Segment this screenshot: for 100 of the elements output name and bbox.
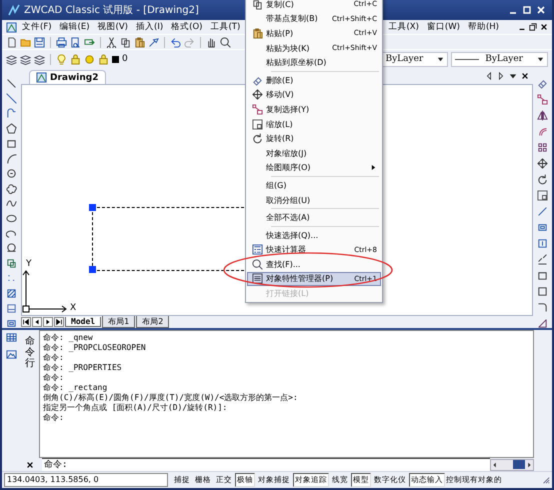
polyline-icon[interactable] [6,108,17,119]
menu-item[interactable]: 对象缩放(J) [247,146,381,161]
new-file-icon[interactable] [6,36,17,48]
fillet-icon[interactable] [537,302,548,313]
rotate-icon[interactable] [252,133,262,144]
grip-handle[interactable] [89,204,96,211]
menu-item[interactable]: 缩放(L) [247,116,381,132]
array-icon[interactable] [537,142,548,153]
menu-item[interactable]: 组(G) [247,178,381,193]
resize-grip-icon[interactable] [542,476,550,484]
menu-item[interactable]: 工具(T) [207,21,244,33]
horizontal-scrollbar[interactable] [490,458,534,470]
print-icon[interactable] [56,36,67,48]
table-icon[interactable] [6,332,17,343]
layers-icon[interactable] [6,54,17,64]
calculator-icon[interactable] [252,244,262,256]
first-icon[interactable] [21,317,31,327]
menu-item[interactable]: 移动(V) [247,88,381,102]
copy-icon[interactable] [120,36,131,48]
scale-icon[interactable] [537,190,548,201]
layout-tab[interactable]: 布局2 [136,316,170,328]
menu-item[interactable]: 绘图顺序(O) [247,160,381,176]
menu-item[interactable]: 格式(O) [168,21,206,33]
eraser-icon[interactable] [537,78,548,89]
menu-item[interactable]: 快速选择(Q)... [247,228,381,242]
publish-icon[interactable] [84,36,95,48]
menu-item[interactable]: 文件(F) [19,21,55,33]
move-icon[interactable] [252,89,262,100]
line-icon[interactable] [6,78,17,89]
menu-item[interactable]: 帮助(H) [464,21,502,33]
menu-item[interactable]: 复制选择(Y) [247,102,381,117]
scroll-right-icon[interactable] [525,460,533,468]
menu-item[interactable]: 工具(X) [385,21,422,33]
light-bulb-icon[interactable] [56,54,67,64]
print-preview-icon[interactable] [70,36,81,48]
layer-lock-icon[interactable] [98,54,109,64]
copy-selection-icon[interactable] [252,104,262,115]
paste-icon[interactable] [252,28,262,39]
prev-icon[interactable] [32,317,42,327]
scale-icon[interactable] [252,118,262,130]
eraser-icon[interactable] [252,74,262,86]
close-icon[interactable] [540,23,548,31]
mirror-icon[interactable] [537,110,548,121]
previous-icon[interactable] [485,72,493,80]
document-tab[interactable]: Drawing2 [29,70,106,84]
spline-icon[interactable] [6,198,17,209]
layer-lock-icon[interactable] [70,54,81,64]
zoom-icon[interactable] [220,36,231,48]
next-icon[interactable] [497,72,505,80]
close-icon[interactable] [521,72,529,80]
caret-icon [537,56,544,62]
copy-selection-icon[interactable] [537,94,548,105]
menu-item[interactable]: 全部不选(A) [247,210,381,225]
rotate-icon[interactable] [537,174,548,185]
last-icon[interactable] [54,317,64,327]
menu-item[interactable]: 视图(V) [94,21,131,33]
menu-item[interactable]: 查找(F)... [247,257,381,272]
image-icon[interactable] [6,349,17,360]
caret-icon[interactable] [509,72,517,80]
rectangle-icon[interactable] [537,270,548,281]
menu-item[interactable]: 取消分组(U) [247,192,381,208]
save-icon[interactable] [34,36,45,48]
properties-icon[interactable] [252,273,262,284]
arc-icon[interactable] [6,153,17,164]
layers-icon[interactable] [34,54,45,64]
command-input-field[interactable]: 命令: [42,458,490,471]
lineweight-dropdown[interactable]: ByLayer [451,52,548,66]
menu-item[interactable]: 编辑(E) [56,21,93,33]
undo-icon[interactable] [170,36,181,48]
coordinates-field: 134.0403, 113.5856, 0 [4,473,168,487]
menu-item[interactable]: 插入(I) [133,21,166,33]
offset-icon[interactable] [537,126,548,137]
elliptical-arc-icon[interactable] [6,228,17,239]
polygon-icon[interactable] [6,123,17,134]
restore-icon[interactable] [529,23,537,31]
grip-handle[interactable] [89,266,96,273]
find-icon[interactable] [252,258,262,270]
layout-tab[interactable]: 布局1 [102,316,136,328]
scissors-icon[interactable] [106,36,117,48]
scroll-left-icon[interactable] [491,460,499,468]
document-icon[interactable] [6,22,17,32]
move-icon[interactable] [537,158,548,169]
scroll-thumb[interactable] [513,460,525,469]
rectangle-icon[interactable] [6,138,17,149]
cloud-icon[interactable] [6,183,17,194]
region-icon[interactable] [537,222,548,233]
menu-item[interactable]: 旋转(R) [247,131,381,146]
layers-icon[interactable] [20,54,31,64]
block-icon[interactable] [6,258,17,269]
paste-icon[interactable] [134,36,145,48]
region-icon[interactable] [6,318,17,329]
hatch-icon[interactable] [6,288,17,299]
copy-icon[interactable] [252,0,262,10]
maximize-icon[interactable] [522,5,532,15]
next-icon[interactable] [43,317,53,327]
menu-item[interactable]: 窗口(W) [424,21,463,33]
close-icon[interactable] [26,460,34,468]
command-history-line: 指定另一个角点或 [面积(A)/尺寸(D)/旋转(R)]: [43,403,228,413]
ray-icon[interactable] [6,93,17,104]
layout-tab[interactable]: Model [65,317,102,327]
